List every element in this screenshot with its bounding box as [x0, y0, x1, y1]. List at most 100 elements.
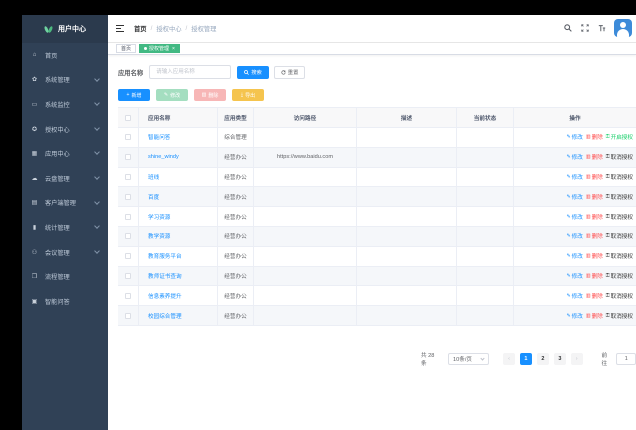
row-edit-button[interactable]: ✎ 修改: [566, 272, 582, 280]
sidebar-item-10[interactable]: ▣ 智能问答: [22, 289, 108, 314]
fullscreen-icon[interactable]: [580, 24, 589, 33]
tag-home[interactable]: 首页: [116, 44, 137, 53]
avatar[interactable]: [614, 19, 632, 37]
row-revoke-button[interactable]: ⚿ 取消授权: [606, 232, 633, 240]
sidebar-item-2[interactable]: ▭ 系统监控: [22, 92, 108, 117]
app-name-link[interactable]: 智能问答: [148, 133, 170, 141]
row-delete-button[interactable]: ▥ 删除: [586, 173, 603, 181]
page-button-1[interactable]: 1: [519, 353, 532, 365]
row-checkbox[interactable]: [125, 213, 131, 220]
row-edit-button[interactable]: ✎ 修改: [566, 312, 582, 320]
row-delete-button[interactable]: ▥ 删除: [586, 252, 603, 260]
sidebar-item-1[interactable]: ✿ 系统管理: [22, 68, 108, 93]
row-checkbox[interactable]: [125, 253, 131, 260]
row-edit-button[interactable]: ✎ 修改: [566, 252, 582, 260]
row-revoke-button[interactable]: ⚿ 取消授权: [606, 292, 633, 300]
close-icon[interactable]: ×: [172, 46, 175, 52]
sidebar-item-5[interactable]: ☁ 云盘管理: [22, 166, 108, 191]
app-name-link[interactable]: 信息素养提升: [148, 292, 182, 300]
row-edit-button[interactable]: ✎ 修改: [566, 193, 582, 201]
row-edit-button[interactable]: ✎ 修改: [566, 292, 582, 300]
sidebar-item-9[interactable]: ❐ 流程管理: [22, 264, 108, 289]
row-checkbox[interactable]: [125, 233, 131, 240]
row-checkbox[interactable]: [125, 312, 131, 319]
page-size-select[interactable]: 10条/页: [448, 353, 490, 365]
delete-button[interactable]: ▥ 删除: [194, 89, 226, 101]
row-delete-button[interactable]: ▥ 删除: [586, 153, 603, 161]
sidebar-item-8[interactable]: ⚇ 会议管理: [22, 240, 108, 265]
app-name-link[interactable]: shine_windy: [148, 154, 179, 160]
font-size-icon[interactable]: [597, 24, 606, 33]
table-row[interactable]: shine_windy 经营办公 https://www.baidu.com ✎ 修改 ▥…: [118, 147, 636, 168]
row-checkbox[interactable]: [125, 193, 131, 200]
next-page-button[interactable]: ›: [570, 353, 583, 365]
export-button[interactable]: ⤓ 导出: [232, 89, 264, 101]
row-revoke-button[interactable]: ⚿ 取消授权: [606, 272, 633, 280]
select-all-checkbox[interactable]: [125, 114, 131, 121]
row-checkbox[interactable]: [125, 173, 131, 180]
sidebar-item-4[interactable]: ▦ 应用中心: [22, 141, 108, 166]
app-name-link[interactable]: 教育服务平台: [148, 252, 182, 260]
edit-button[interactable]: ✎ 修改: [156, 89, 188, 101]
reset-button[interactable]: 重置: [273, 65, 306, 79]
chevron-down-icon: [480, 355, 485, 361]
sidebar-item-3[interactable]: ✪ 授权中心: [22, 117, 108, 142]
search-button[interactable]: 搜索: [237, 65, 269, 79]
row-edit-button[interactable]: ✎ 修改: [566, 232, 582, 240]
app-name-link[interactable]: 百度: [148, 193, 159, 201]
search-icon[interactable]: [563, 24, 572, 33]
table-row[interactable]: 教师证书查询 经营办公 ✎ 修改 ▥ 删除 ⚿ 取消授权: [118, 266, 636, 287]
add-button[interactable]: + 新增: [118, 89, 150, 101]
row-delete-button[interactable]: ▥ 删除: [586, 312, 603, 320]
table-row[interactable]: 信息素养提升 经营办公 ✎ 修改 ▥ 删除 ⚿ 取消授权: [118, 286, 636, 307]
app-name-link[interactable]: 教学资源: [148, 232, 170, 240]
row-checkbox[interactable]: [125, 134, 131, 141]
page-button-2[interactable]: 2: [536, 353, 549, 365]
row-edit-button[interactable]: ✎ 修改: [566, 213, 582, 221]
goto-page-input[interactable]: 1: [616, 353, 636, 365]
sidebar-item-0[interactable]: ⌂ 首页: [22, 43, 108, 68]
app-name-link[interactable]: 校园综合管理: [148, 312, 182, 320]
row-grant-button[interactable]: ⚿ 开启授权: [606, 133, 633, 141]
app-name-input[interactable]: [149, 65, 232, 79]
tag-current[interactable]: 授权管理 ×: [139, 44, 180, 53]
row-checkbox[interactable]: [125, 292, 131, 299]
row-checkbox[interactable]: [125, 272, 131, 279]
row-delete-button[interactable]: ▥ 删除: [586, 232, 603, 240]
row-delete-button[interactable]: ▥ 删除: [586, 193, 603, 201]
row-delete-button[interactable]: ▥ 删除: [586, 292, 603, 300]
row-edit-button[interactable]: ✎ 修改: [566, 153, 582, 161]
table-row[interactable]: 智能问答 综合管理 ✎ 修改 ▥ 删除 ⚿ 开启授权: [118, 128, 636, 148]
app-name-link[interactable]: 教师证书查询: [148, 272, 182, 280]
row-revoke-button[interactable]: ⚿ 取消授权: [606, 173, 633, 181]
sidebar-item-6[interactable]: ▤ 客户端管理: [22, 191, 108, 216]
table-row[interactable]: 教学资源 经营办公 ✎ 修改 ▥ 删除 ⚿ 取消授权: [118, 226, 636, 247]
row-revoke-button[interactable]: ⚿ 取消授权: [606, 193, 633, 201]
cell-ops: ✎ 修改 ▥ 删除 ⚿ 取消授权: [514, 168, 636, 187]
row-delete-button[interactable]: ▥ 删除: [586, 133, 603, 141]
row-checkbox[interactable]: [125, 154, 131, 161]
app-name-link[interactable]: 学习资源: [148, 213, 170, 221]
row-delete-button[interactable]: ▥ 删除: [586, 213, 603, 221]
hamburger-icon[interactable]: [116, 25, 124, 32]
op-label: 修改: [571, 234, 583, 241]
row-revoke-button[interactable]: ⚿ 取消授权: [606, 312, 633, 320]
row-revoke-button[interactable]: ⚿ 取消授权: [606, 252, 633, 260]
breadcrumb-home[interactable]: 首页: [134, 24, 147, 33]
app-name-link[interactable]: 班线: [148, 173, 159, 181]
row-revoke-button[interactable]: ⚿ 取消授权: [606, 153, 633, 161]
row-revoke-button[interactable]: ⚿ 取消授权: [606, 213, 633, 221]
sidebar-item-7[interactable]: ▮ 统计管理: [22, 215, 108, 240]
prev-page-button[interactable]: ‹: [503, 353, 515, 365]
table-row[interactable]: 百度 经营办公 ✎ 修改 ▥ 删除 ⚿ 取消授权: [118, 187, 636, 208]
table-row[interactable]: 学习资源 经营办公 ✎ 修改 ▥ 删除 ⚿ 取消授权: [118, 207, 636, 227]
sidebar-logo[interactable]: 用户中心: [22, 15, 108, 43]
table-row[interactable]: 校园综合管理 经营办公 ✎ 修改 ▥ 删除 ⚿ 取消授权: [118, 306, 636, 326]
table-row[interactable]: 教育服务平台 经营办公 ✎ 修改 ▥ 删除 ⚿ 取消授权: [118, 246, 636, 267]
row-edit-button[interactable]: ✎ 修改: [566, 173, 582, 181]
row-edit-button[interactable]: ✎ 修改: [566, 133, 582, 141]
page-button-3[interactable]: 3: [553, 353, 566, 365]
table-row[interactable]: 班线 经营办公 ✎ 修改 ▥ 删除 ⚿ 取消授权: [118, 167, 636, 188]
cell-name: shine_windy: [139, 147, 218, 167]
row-delete-button[interactable]: ▥ 删除: [586, 272, 603, 280]
